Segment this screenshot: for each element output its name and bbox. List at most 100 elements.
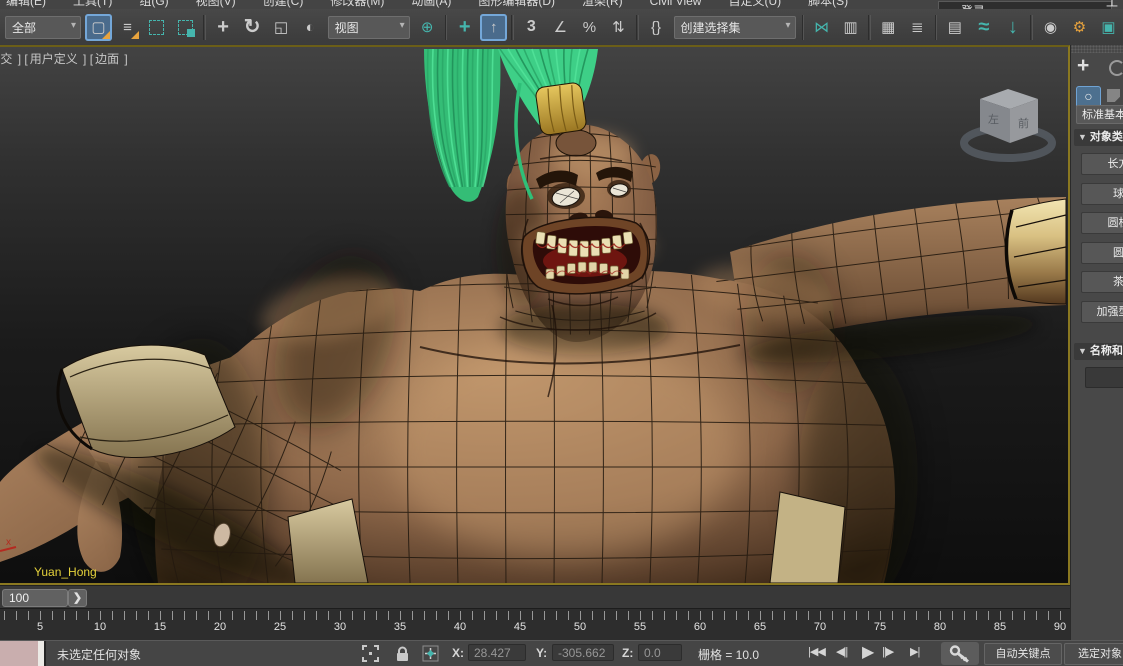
menu-item[interactable]: 创建(C): [263, 0, 304, 9]
object-name-field[interactable]: [1085, 367, 1123, 388]
next-frame-button[interactable]: ||▶: [882, 645, 893, 658]
object-type-button[interactable]: 圆柱体: [1081, 212, 1123, 234]
menu-item[interactable]: 工具(T): [73, 0, 112, 9]
timeline-frame-label: 45: [509, 621, 531, 633]
timeline-tick: [112, 611, 113, 620]
menu-item[interactable]: 脚本(S): [808, 0, 848, 9]
viewport-label[interactable]: [正交 ] [用户定义 ] [边面 ]: [0, 50, 130, 67]
absolute-mode-transform-icon[interactable]: [422, 645, 439, 662]
menu-item[interactable]: 渲染(R): [582, 0, 623, 9]
y-coordinate-field[interactable]: -305.662: [552, 644, 614, 661]
timeline-frame-label: 20: [209, 621, 231, 633]
menu-item[interactable]: 修改器(M): [330, 0, 384, 9]
object-type-button[interactable]: 加强型文本: [1081, 301, 1123, 323]
curve-editor-button[interactable]: ≈: [970, 14, 997, 41]
menu-item[interactable]: 视图(V): [196, 0, 236, 9]
edit-named-selection-sets-button[interactable]: {}: [643, 14, 670, 41]
timeline-frame-label: 90: [1049, 621, 1071, 633]
menu-item[interactable]: 编辑(E): [6, 0, 46, 9]
select-and-rotate-button[interactable]: ↻: [239, 14, 266, 41]
timeline-frame-label: 30: [329, 621, 351, 633]
timeline-tick: [124, 611, 125, 620]
shapes-category-icon[interactable]: [1107, 89, 1120, 102]
z-coordinate-field[interactable]: 0.0: [638, 644, 682, 661]
menu-item[interactable]: 动画(A): [411, 0, 451, 9]
go-to-end-button[interactable]: ▶|: [910, 645, 919, 658]
waistband-right: [770, 492, 845, 583]
schematic-view-button[interactable]: ↓: [999, 14, 1026, 41]
snap-toggle-3d-button[interactable]: 3: [518, 14, 545, 41]
window-crossing-toggle-button[interactable]: [172, 14, 199, 41]
timeline-tick: [544, 611, 545, 620]
previous-frame-button[interactable]: ◀||: [836, 645, 847, 658]
z-coordinate-label: Z:: [622, 646, 633, 660]
select-and-scale-button[interactable]: ◱: [268, 14, 295, 41]
selection-filter-dropdown[interactable]: 全部: [5, 16, 81, 39]
select-by-name-button[interactable]: ≡: [114, 14, 141, 41]
panel-drag-handle[interactable]: [1071, 45, 1123, 53]
object-type-rollout[interactable]: ▼对象类型: [1074, 129, 1123, 146]
material-editor-button[interactable]: ◉: [1037, 14, 1064, 41]
scene-explorer-icon: ▦: [881, 20, 895, 35]
create-tab[interactable]: +: [1077, 54, 1089, 77]
viewport[interactable]: 左 前 x [正交 ] [用户定义 ] [边面 ] Yuan_Hong: [0, 45, 1070, 585]
isolate-selection-icon[interactable]: [362, 645, 379, 662]
maxscript-mini-listener[interactable]: [0, 641, 46, 666]
object-type-button[interactable]: 茶壶: [1081, 271, 1123, 293]
right-bracer: [1006, 199, 1066, 304]
spinner-snap-toggle-button[interactable]: ⇅: [605, 14, 632, 41]
select-and-move-button[interactable]: +: [210, 14, 237, 41]
toggle-scene-explorer-button[interactable]: ▦: [875, 14, 902, 41]
select-and-manipulate-button[interactable]: +: [451, 14, 478, 41]
render-setup-button[interactable]: ⚙: [1066, 14, 1093, 41]
x-coordinate-field[interactable]: 28.427: [468, 644, 526, 661]
set-keys-button[interactable]: [941, 642, 979, 665]
track-bar[interactable]: 51015202530354045505560657075808590: [0, 608, 1070, 641]
object-type-button[interactable]: 长方体: [1081, 153, 1123, 175]
menu-item[interactable]: Civil View: [650, 0, 702, 8]
menu-item[interactable]: 自定义(U): [728, 0, 781, 9]
time-slider-handle[interactable]: 100: [2, 589, 68, 607]
modify-tab-icon[interactable]: [1109, 60, 1123, 76]
align-button[interactable]: ▥: [837, 14, 864, 41]
time-slider[interactable]: 100 ❯: [0, 585, 1070, 609]
percent-snap-toggle-button[interactable]: %: [576, 14, 603, 41]
timeline-tick: [28, 611, 29, 620]
set-key-filter-button[interactable]: 选定对象: [1064, 643, 1123, 665]
go-to-start-button[interactable]: |◀◀: [808, 645, 825, 658]
angle-snap-toggle-button[interactable]: ∠: [547, 14, 574, 41]
select-and-place-button[interactable]: ◐: [297, 14, 324, 41]
toggle-ribbon-button[interactable]: ▤: [941, 14, 968, 41]
object-type-button[interactable]: 球体: [1081, 183, 1123, 205]
timeline-frame-label: 65: [749, 621, 771, 633]
name-color-rollout[interactable]: ▼名称和颜色: [1074, 343, 1123, 360]
angle-snap-icon: ∠: [554, 20, 567, 35]
login-button[interactable]: 登录 ▾: [938, 1, 1112, 9]
timeline-tick: [784, 611, 785, 620]
rendered-frame-window-button[interactable]: ▣: [1095, 14, 1122, 41]
named-selection-sets-dropdown[interactable]: 创建选择集: [674, 16, 796, 39]
timeline-tick: [688, 611, 689, 620]
timeline-frame-label: 75: [869, 621, 891, 633]
toggle-layer-explorer-button[interactable]: ≣: [904, 14, 931, 41]
y-coordinate-label: Y:: [536, 646, 547, 660]
timeline-tick: [64, 611, 65, 620]
menu-item[interactable]: 图形编辑器(D): [478, 0, 555, 9]
menu-item[interactable]: 组(G): [139, 0, 168, 9]
workspace-dropdown[interactable]: 工作区: [1106, 0, 1123, 9]
object-type-button[interactable]: 圆环: [1081, 242, 1123, 264]
timeline-tick: [388, 611, 389, 620]
rectangular-selection-region-button[interactable]: [143, 14, 170, 41]
selection-lock-icon[interactable]: [394, 645, 411, 662]
auto-key-button[interactable]: 自动关键点: [984, 643, 1062, 665]
primitive-type-dropdown[interactable]: 标准基本体: [1076, 105, 1123, 124]
mirror-button[interactable]: ⋈: [808, 14, 835, 41]
timeline-tick: [448, 611, 449, 620]
next-frame-arrow-button[interactable]: ❯: [68, 589, 87, 607]
timeline-tick: [1024, 611, 1025, 620]
reference-coordinate-system-dropdown[interactable]: 视图: [328, 16, 410, 39]
keyboard-shortcut-override-button[interactable]: ↑: [480, 14, 507, 41]
use-pivot-point-center-button[interactable]: ⊕: [414, 14, 441, 41]
select-object-button[interactable]: ▢: [85, 14, 112, 41]
play-button[interactable]: ▶: [862, 642, 873, 662]
